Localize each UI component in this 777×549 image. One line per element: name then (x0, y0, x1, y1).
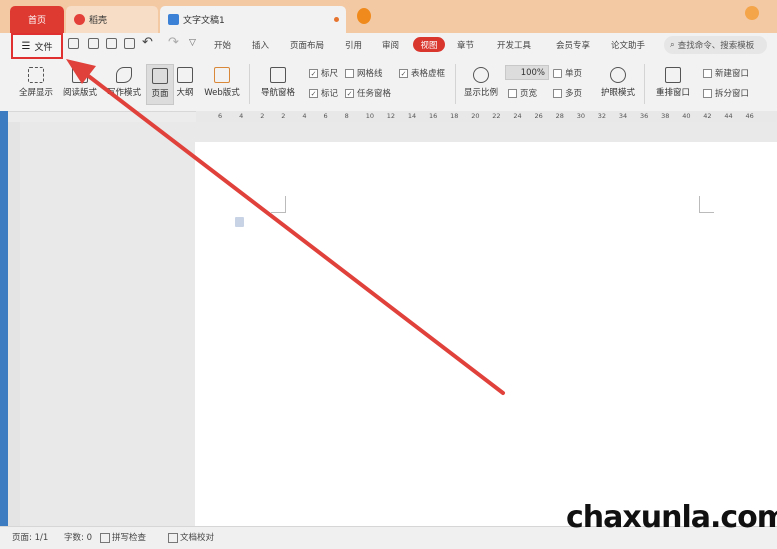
doc-proofread-label: 文档校对 (180, 533, 215, 543)
spell-check-label: 拼写检查 (112, 533, 147, 543)
page-count[interactable]: 页面: 1/1 (12, 531, 48, 543)
proofread-icon (168, 532, 178, 543)
watermark-text: chaxunla.com (566, 500, 777, 535)
annotation-arrow (66, 59, 505, 395)
arrow-shaft (76, 66, 505, 395)
spell-check-toggle[interactable]: 拼写检查 (100, 531, 146, 543)
checkbox-checked-icon (100, 532, 110, 543)
doc-proofread-button[interactable]: 文档校对 (168, 531, 214, 543)
word-count[interactable]: 字数: 0 (64, 531, 92, 543)
